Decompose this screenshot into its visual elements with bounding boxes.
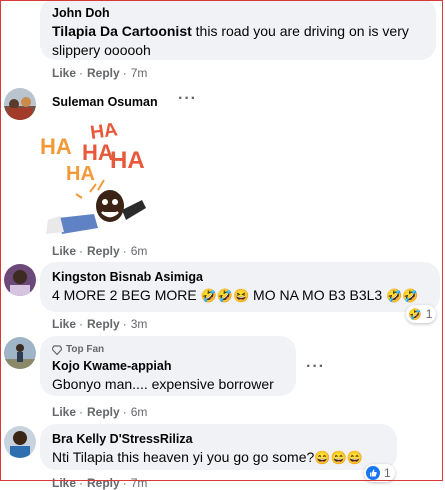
reaction-count: 1 (384, 466, 391, 480)
like-button[interactable]: Like (52, 405, 76, 419)
top-fan-badge[interactable]: Top Fan (52, 343, 284, 356)
comment-author[interactable]: Kingston Bisnab Asimiga (52, 269, 428, 285)
comment-actions: Like · Reply · 6m (52, 244, 148, 258)
comment-bubble: John Doh Tilapia Da Cartoonist this road… (40, 0, 436, 60)
comment-bubble: Kingston Bisnab Asimiga 4 MORE 2 BEG MOR… (40, 262, 440, 312)
sticker-text: HA (66, 163, 95, 185)
comment-actions: Like · Reply · 7m (52, 476, 148, 490)
comment-bubble: Bra Kelly D'StressRiliza Nti Tilapia thi… (40, 424, 397, 470)
reply-button[interactable]: Reply (87, 244, 120, 258)
avatar[interactable] (4, 264, 36, 296)
comment-time[interactable]: 7m (131, 66, 148, 80)
reaction-summary[interactable]: 1 (364, 464, 395, 482)
grinning-emoji: 😄 (314, 450, 331, 465)
like-button[interactable]: Like (52, 66, 76, 80)
avatar[interactable] (4, 337, 36, 369)
rolling-laughing-emoji: 🤣 (200, 288, 217, 303)
sticker-text: HA (40, 134, 72, 159)
comment-text: Tilapia Da Cartoonist this road you are … (52, 23, 409, 58)
thumbs-up-icon (366, 466, 380, 480)
comment-actions: Like · Reply · 7m (52, 66, 148, 80)
comment-author[interactable]: John Doh (52, 5, 424, 21)
comment-bubble: Top Fan Kojo Kwame-appiah Gbonyo man....… (40, 336, 296, 396)
haha-reaction-icon: 🤣 (408, 308, 422, 321)
comment-author[interactable]: Suleman Osuman (52, 94, 158, 110)
mention-link[interactable]: Tilapia Da Cartoonist (52, 23, 192, 39)
laughing-sticker: HA HA HA HA HA (40, 119, 146, 234)
reply-button[interactable]: Reply (87, 66, 120, 80)
comment-time[interactable]: 7m (131, 476, 148, 490)
grinning-squinting-emoji: 😆 (232, 288, 250, 303)
like-button[interactable]: Like (52, 244, 76, 258)
comment-time[interactable]: 3m (131, 317, 148, 331)
reply-button[interactable]: Reply (87, 476, 120, 490)
reply-button[interactable]: Reply (87, 405, 120, 419)
like-button[interactable]: Like (52, 476, 76, 490)
comment-text: Nti Tilapia this heaven yi you go go som… (52, 449, 363, 465)
comment-author[interactable]: Bra Kelly D'StressRiliza (52, 431, 385, 447)
more-options-icon[interactable]: ··· (306, 358, 325, 376)
avatar[interactable] (4, 88, 36, 120)
avatar[interactable] (4, 426, 36, 458)
rolling-laughing-emoji: 🤣 (216, 288, 233, 303)
comment-text: 4 MORE 2 BEG MORE 🤣🤣😆 MO NA MO B3 B3L3 🤣… (52, 287, 419, 303)
like-button[interactable]: Like (52, 317, 76, 331)
diamond-icon (52, 344, 62, 355)
comment-actions: Like · Reply · 3m (52, 317, 148, 331)
comment-time[interactable]: 6m (131, 405, 148, 419)
comment-author[interactable]: Kojo Kwame-appiah (52, 358, 284, 374)
rolling-laughing-emoji: 🤣 (402, 288, 419, 303)
rolling-laughing-emoji: 🤣 (386, 288, 403, 303)
more-options-icon[interactable]: ··· (178, 90, 197, 108)
comment-time[interactable]: 6m (131, 244, 148, 258)
comment-actions: Like · Reply · 6m (52, 405, 148, 419)
reaction-summary[interactable]: 🤣 1 (406, 305, 437, 323)
reply-button[interactable]: Reply (87, 317, 120, 331)
grinning-emoji: 😄 (346, 450, 363, 465)
sticker-text: HA (110, 147, 145, 174)
grinning-emoji: 😄 (330, 450, 347, 465)
reaction-count: 1 (425, 307, 433, 321)
comment-text: Gbonyo man.... expensive borrower (52, 376, 274, 392)
